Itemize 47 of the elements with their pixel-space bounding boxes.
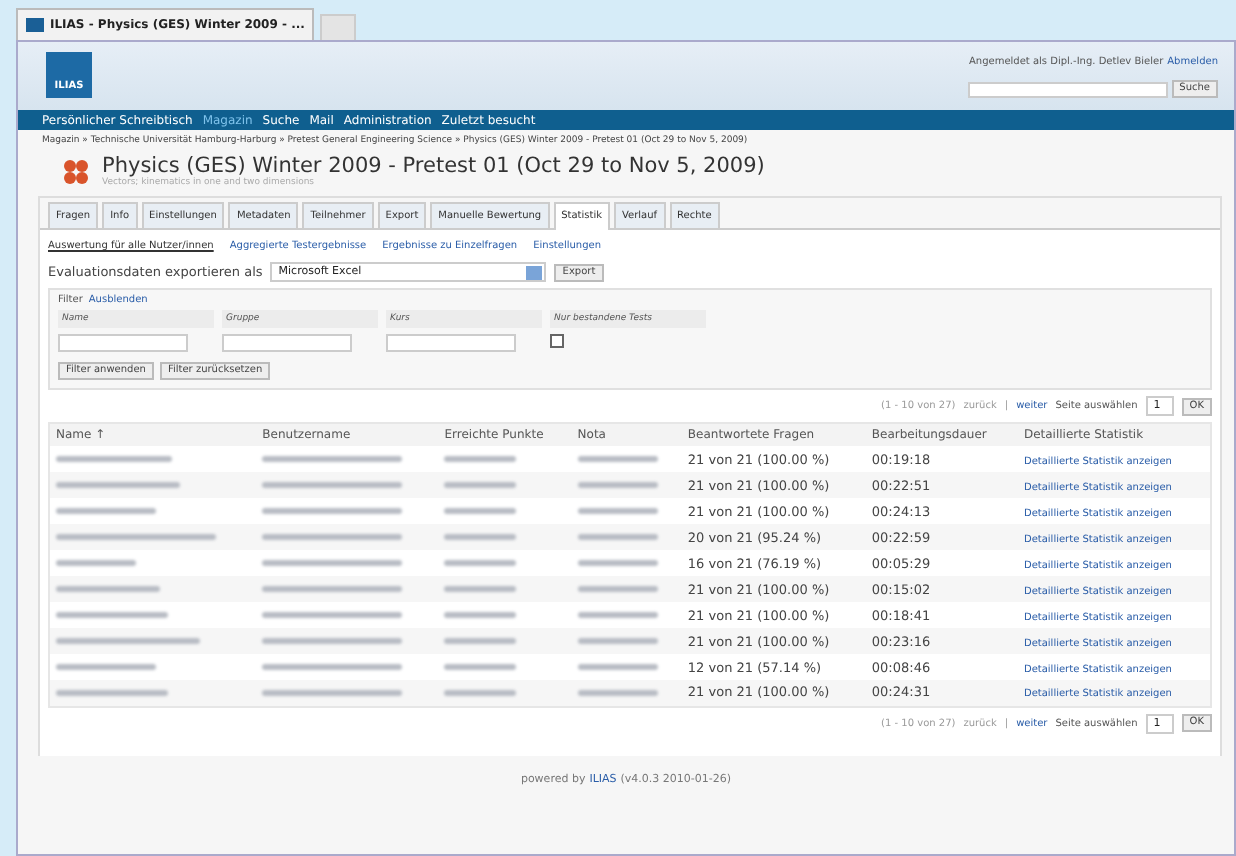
redacted-grade xyxy=(577,664,658,670)
redacted-name xyxy=(56,508,156,514)
redacted-name xyxy=(56,689,168,696)
redacted-username xyxy=(262,534,403,540)
redacted-points xyxy=(444,482,517,488)
search-field[interactable] xyxy=(967,81,1168,97)
new-tab-button[interactable] xyxy=(320,14,357,40)
redacted-points xyxy=(444,638,517,644)
redacted-grade xyxy=(577,689,658,696)
redacted-username xyxy=(262,482,403,488)
redacted-name xyxy=(56,456,172,462)
redacted-points xyxy=(444,534,517,540)
redacted-grade xyxy=(577,638,658,644)
favicon xyxy=(26,18,44,32)
redacted-points xyxy=(444,508,517,514)
redacted-grade xyxy=(577,508,658,514)
checkbox[interactable] xyxy=(550,334,564,348)
redacted-username xyxy=(262,456,403,462)
redacted-username xyxy=(262,689,403,696)
redacted-grade xyxy=(577,586,658,592)
redacted-name xyxy=(56,586,160,592)
redacted-points xyxy=(444,560,517,566)
redacted-points xyxy=(444,456,517,462)
filter-input[interactable] xyxy=(58,334,188,352)
redacted-grade xyxy=(577,612,658,618)
redacted-name xyxy=(56,482,180,488)
redacted-username xyxy=(262,638,403,644)
redacted-username xyxy=(262,508,403,514)
redacted-grade xyxy=(577,534,658,540)
redacted-username xyxy=(262,612,403,618)
filter-input[interactable] xyxy=(222,334,352,352)
redacted-grade xyxy=(577,456,658,462)
redacted-username xyxy=(262,664,403,670)
redacted-name xyxy=(56,664,156,670)
redacted-name xyxy=(56,638,200,644)
redacted-username xyxy=(262,560,403,566)
redacted-username xyxy=(262,586,403,592)
redacted-grade xyxy=(577,560,658,566)
redacted-name xyxy=(56,612,168,618)
redacted-points xyxy=(444,612,517,618)
redacted-points xyxy=(444,689,517,696)
redacted-name xyxy=(56,560,136,566)
redacted-grade xyxy=(577,482,658,488)
filter-input[interactable] xyxy=(386,334,516,352)
redacted-points xyxy=(444,586,517,592)
redacted-points xyxy=(444,664,517,670)
page-title: Physics (GES) Winter 2009 - Pretest 01 (Oct 29 to Nov 5, 2009) xyxy=(102,154,765,178)
